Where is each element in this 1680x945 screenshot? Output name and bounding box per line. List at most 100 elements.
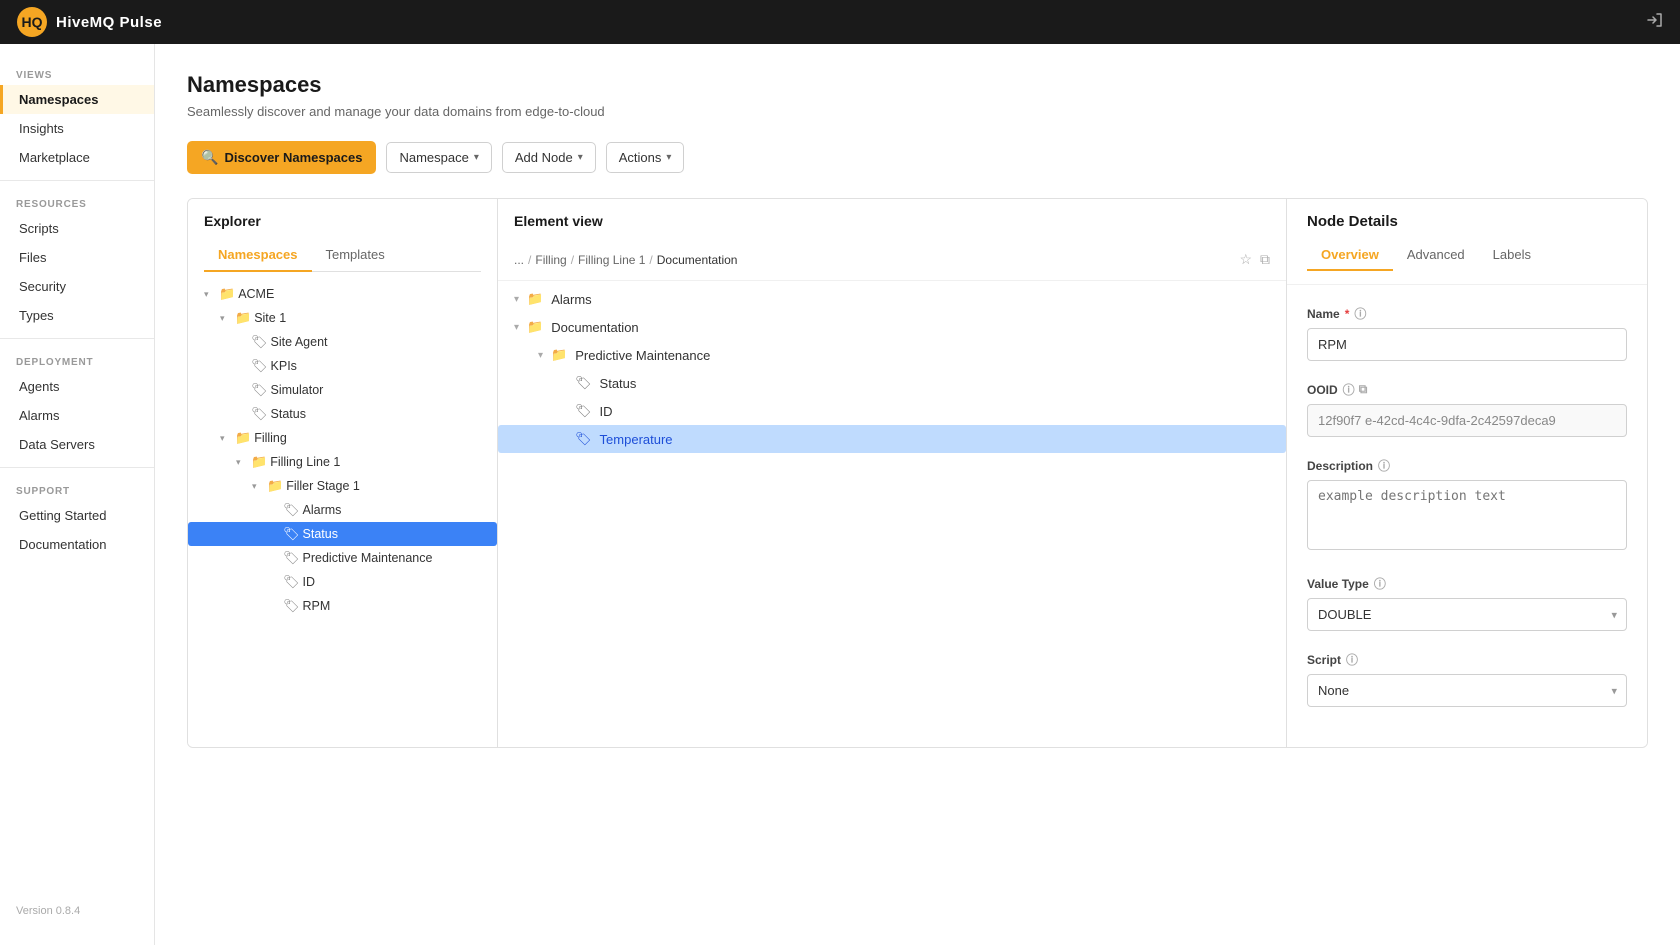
tree-item-rpm[interactable]: ▸ 🏷 RPM	[188, 594, 497, 618]
name-input[interactable]	[1307, 328, 1627, 361]
node-details-body: Name * ⓘ OOID ⓘ ⧉	[1287, 285, 1647, 747]
name-label: Name * ⓘ	[1307, 305, 1627, 322]
sidebar-item-data-servers[interactable]: Data Servers	[0, 430, 154, 459]
element-item-label: Predictive Maintenance	[575, 348, 710, 363]
element-item-id[interactable]: ▸ 🏷 ID	[498, 397, 1286, 425]
toolbar: 🔍 Discover Namespaces Namespace ▾ Add No…	[187, 141, 1648, 174]
tree-label: Site Agent	[271, 335, 328, 349]
sidebar-item-scripts[interactable]: Scripts	[0, 214, 154, 243]
tab-namespaces[interactable]: Namespaces	[204, 239, 312, 272]
discover-namespaces-button[interactable]: 🔍 Discover Namespaces	[187, 141, 376, 174]
tree-label: Filling	[254, 431, 287, 445]
sidebar-item-types[interactable]: Types	[0, 301, 154, 330]
tree-item-alarms[interactable]: ▸ 🏷 Alarms	[188, 498, 497, 522]
node-details-header: Node Details Overview Advanced Labels	[1287, 199, 1647, 285]
tab-templates[interactable]: Templates	[312, 239, 399, 272]
tree-item-status-site1[interactable]: ▸ 🏷 Status	[188, 402, 497, 426]
ooid-copy-icon[interactable]: ⧉	[1359, 382, 1368, 397]
tree-item-filler-stage-1[interactable]: ▾ 📁 Filler Stage 1	[188, 474, 497, 498]
tab-overview[interactable]: Overview	[1307, 240, 1393, 271]
sidebar-item-label: Alarms	[19, 408, 59, 423]
add-node-dropdown-button[interactable]: Add Node ▾	[502, 142, 596, 173]
folder-icon: 📁	[219, 286, 235, 302]
folder-icon: 📁	[527, 291, 543, 307]
element-item-alarms[interactable]: ▾ 📁 Alarms	[498, 285, 1286, 313]
page-subtitle: Seamlessly discover and manage your data…	[187, 104, 1648, 119]
namespace-dropdown-button[interactable]: Namespace ▾	[386, 142, 491, 173]
exit-icon[interactable]	[1646, 11, 1664, 34]
tree-label: Alarms	[303, 503, 342, 517]
chevron-down-icon: ▾	[220, 313, 232, 324]
sidebar-item-files[interactable]: Files	[0, 243, 154, 272]
sidebar-divider-3	[0, 467, 154, 468]
app-body: VIEWS Namespaces Insights Marketplace RE…	[0, 44, 1680, 945]
value-type-select[interactable]: DOUBLE STRING INT BOOLEAN FLOAT	[1307, 598, 1627, 631]
sidebar-item-marketplace[interactable]: Marketplace	[0, 143, 154, 172]
element-item-label: ID	[600, 404, 613, 419]
support-section-label: SUPPORT	[0, 476, 154, 501]
tab-advanced[interactable]: Advanced	[1393, 240, 1479, 271]
topnav: HQ HiveMQ Pulse	[0, 0, 1680, 44]
breadcrumb-filling[interactable]: Filling	[535, 253, 566, 267]
sidebar-item-label: Documentation	[19, 537, 106, 552]
tree-item-id[interactable]: ▸ 🏷 ID	[188, 570, 497, 594]
sidebar-item-insights[interactable]: Insights	[0, 114, 154, 143]
logo-text: HiveMQ Pulse	[56, 14, 162, 31]
tab-labels[interactable]: Labels	[1479, 240, 1545, 271]
breadcrumb-filling-line-1[interactable]: Filling Line 1	[578, 253, 645, 267]
breadcrumb-ellipsis: ...	[514, 253, 524, 267]
sidebar-item-label: Marketplace	[19, 150, 90, 165]
explorer-header: Explorer Namespaces Templates	[188, 199, 497, 272]
tree-item-status-selected[interactable]: ▸ 🏷 Status	[188, 522, 497, 546]
tree-item-filling-line-1[interactable]: ▾ 📁 Filling Line 1	[188, 450, 497, 474]
tree-item-simulator[interactable]: ▸ 🏷 Simulator	[188, 378, 497, 402]
sidebar-item-getting-started[interactable]: Getting Started	[0, 501, 154, 530]
script-select[interactable]: None	[1307, 674, 1627, 707]
tree-item-acme[interactable]: ▾ 📁 ACME	[188, 282, 497, 306]
element-item-documentation[interactable]: ▾ 📁 Documentation	[498, 313, 1286, 341]
actions-dropdown-button[interactable]: Actions ▾	[606, 142, 685, 173]
element-item-predictive-maintenance[interactable]: ▾ 📁 Predictive Maintenance	[498, 341, 1286, 369]
description-field-group: Description ⓘ	[1307, 457, 1627, 555]
element-item-temperature[interactable]: ▸ 🏷 Temperature	[498, 425, 1286, 453]
hivemq-logo-icon: HQ	[16, 6, 48, 38]
sidebar-item-namespaces[interactable]: Namespaces	[0, 85, 154, 114]
tree-label: RPM	[303, 599, 331, 613]
copy-icon[interactable]: ⧉	[1260, 251, 1270, 268]
star-icon[interactable]: ☆	[1239, 251, 1252, 268]
tag-icon: 🏷	[575, 403, 592, 419]
element-view-title: Element view	[514, 213, 1270, 229]
discover-icon: 🔍	[201, 149, 218, 166]
sidebar-item-label: Insights	[19, 121, 64, 136]
description-textarea[interactable]	[1307, 480, 1627, 550]
node-details-tabs: Overview Advanced Labels	[1307, 240, 1627, 270]
sidebar-item-security[interactable]: Security	[0, 272, 154, 301]
breadcrumb-documentation[interactable]: Documentation	[657, 253, 738, 267]
tree-item-predictive-maintenance[interactable]: ▸ 🏷 Predictive Maintenance	[188, 546, 497, 570]
element-item-status[interactable]: ▸ 🏷 Status	[498, 369, 1286, 397]
sidebar-item-label: Files	[19, 250, 46, 265]
tree-label: Site 1	[254, 311, 286, 325]
tree-label: Status	[303, 527, 338, 541]
tree-area: ▾ 📁 ACME ▾ 📁 Site 1 ▸ 🏷 Site Agent	[188, 272, 497, 628]
element-item-label: Status	[600, 376, 637, 391]
sidebar-item-agents[interactable]: Agents	[0, 372, 154, 401]
element-item-label: Documentation	[551, 320, 638, 335]
tree-item-site1[interactable]: ▾ 📁 Site 1	[188, 306, 497, 330]
sidebar-item-alarms[interactable]: Alarms	[0, 401, 154, 430]
sidebar-item-label: Types	[19, 308, 54, 323]
node-details-title: Node Details	[1307, 213, 1627, 230]
element-item-label: Alarms	[551, 292, 591, 307]
sidebar-item-documentation[interactable]: Documentation	[0, 530, 154, 559]
tag-icon: 🏷	[283, 526, 300, 542]
tree-item-filling[interactable]: ▾ 📁 Filling	[188, 426, 497, 450]
tree-item-kpis[interactable]: ▸ 🏷 KPIs	[188, 354, 497, 378]
deployment-section-label: DEPLOYMENT	[0, 347, 154, 372]
name-field-group: Name * ⓘ	[1307, 305, 1627, 361]
sidebar-item-label: Security	[19, 279, 66, 294]
tree-item-site-agent[interactable]: ▸ 🏷 Site Agent	[188, 330, 497, 354]
discover-label: Discover Namespaces	[224, 150, 362, 165]
script-select-wrap: None ▾	[1307, 674, 1627, 707]
chevron-down-icon: ▾	[236, 457, 248, 468]
ooid-info-icon[interactable]: ⓘ	[1343, 381, 1355, 398]
